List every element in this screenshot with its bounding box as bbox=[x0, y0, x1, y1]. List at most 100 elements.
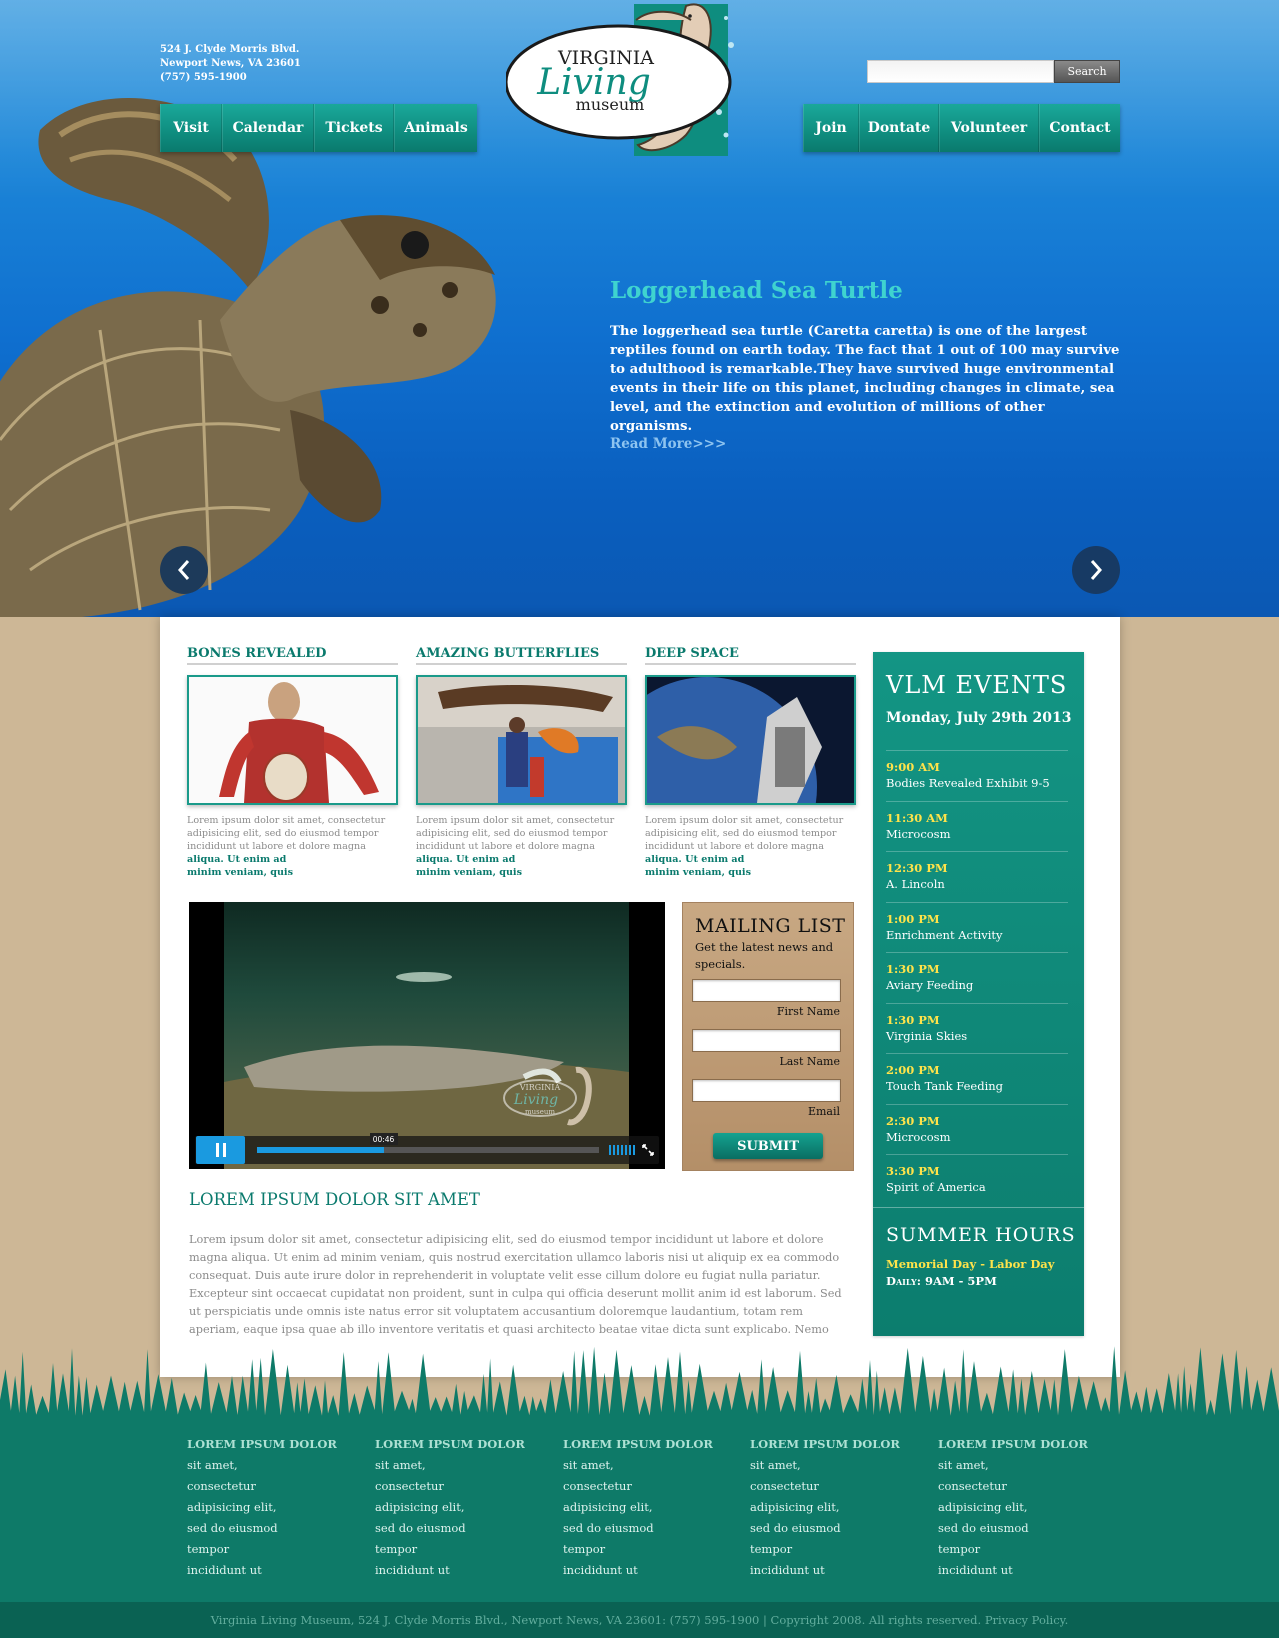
event-item[interactable]: 2:30 PM Microcosm bbox=[886, 1103, 1068, 1155]
article-title: LOREM IPSUM DOLOR SIT AMET bbox=[189, 1190, 480, 1209]
footer-column: LOREM IPSUM DOLOR sit amet, consectetur … bbox=[563, 1437, 743, 1581]
footer-link[interactable]: sed do eiusmod bbox=[938, 1518, 1118, 1539]
search-button[interactable]: Search bbox=[1054, 60, 1120, 83]
footer-link[interactable]: sit amet, bbox=[563, 1455, 743, 1476]
event-item[interactable]: 3:30 PM Spirit of America bbox=[886, 1154, 1068, 1205]
feature-title[interactable]: DEEP SPACE bbox=[645, 646, 856, 665]
events-sidebar: VLM EVENTS Monday, July 29th 2013 9:00 A… bbox=[873, 652, 1084, 1336]
video-time-tooltip: 00:46 bbox=[369, 1133, 398, 1145]
video-player[interactable]: VIRGINIA Living museum 00:46 bbox=[189, 902, 665, 1169]
footer-link[interactable]: sit amet, bbox=[750, 1455, 930, 1476]
footer-link[interactable]: tempor bbox=[750, 1539, 930, 1560]
volume-icon[interactable] bbox=[609, 1145, 635, 1155]
footer-link[interactable]: sed do eiusmod bbox=[375, 1518, 555, 1539]
pause-button[interactable] bbox=[196, 1136, 245, 1164]
footer-column: LOREM IPSUM DOLOR sit amet, consectetur … bbox=[938, 1437, 1118, 1581]
footer-link[interactable]: adipisicing elit, bbox=[375, 1497, 555, 1518]
feature-more-link[interactable]: aliqua. Ut enim ad bbox=[416, 853, 627, 866]
event-item[interactable]: 1:00 PM Enrichment Activity bbox=[886, 901, 1068, 953]
event-item[interactable]: 1:30 PM Virginia Skies bbox=[886, 1002, 1068, 1054]
footer-link[interactable]: tempor bbox=[187, 1539, 367, 1560]
video-controls: 00:46 bbox=[195, 1133, 659, 1164]
video-progress-bar[interactable]: 00:46 bbox=[257, 1133, 599, 1153]
nav-animals[interactable]: Animals bbox=[394, 104, 477, 152]
event-item[interactable]: 9:00 AM Bodies Revealed Exhibit 9-5 bbox=[886, 750, 1068, 801]
main-nav-left: Visit Calendar Tickets Animals bbox=[160, 104, 477, 152]
footer-link[interactable]: tempor bbox=[375, 1539, 555, 1560]
first-name-field[interactable] bbox=[692, 979, 841, 1002]
address-city: Newport News, VA 23601 bbox=[160, 58, 301, 69]
event-item[interactable]: 1:30 PM Aviary Feeding bbox=[886, 952, 1068, 1003]
footer-link[interactable]: adipisicing elit, bbox=[938, 1497, 1118, 1518]
footer-link[interactable]: incididunt ut bbox=[375, 1560, 555, 1581]
first-name-label: First Name bbox=[776, 1005, 840, 1018]
event-item[interactable]: 12:30 PM A. Lincoln bbox=[886, 851, 1068, 902]
feature-more-link[interactable]: minim veniam, quis bbox=[416, 866, 627, 879]
email-field[interactable] bbox=[692, 1079, 841, 1102]
virginia-living-museum-logo: VIRGINIA Living museum bbox=[506, 3, 734, 156]
footer-link[interactable]: adipisicing elit, bbox=[187, 1497, 367, 1518]
video-watermark-logo: VIRGINIA Living museum bbox=[503, 1066, 592, 1126]
fullscreen-icon[interactable] bbox=[641, 1143, 655, 1157]
footer-link[interactable]: incididunt ut bbox=[563, 1560, 743, 1581]
nav-contact[interactable]: Contact bbox=[1039, 104, 1120, 152]
amazing-butterflies-image[interactable] bbox=[416, 675, 627, 805]
footer-link[interactable]: sed do eiusmod bbox=[750, 1518, 930, 1539]
read-more-link[interactable]: Read More>>> bbox=[610, 436, 726, 452]
svg-text:VIRGINIA: VIRGINIA bbox=[519, 1083, 561, 1092]
footer-link[interactable]: incididunt ut bbox=[938, 1560, 1118, 1581]
footer-link[interactable]: consectetur bbox=[563, 1476, 743, 1497]
deep-space-image[interactable] bbox=[645, 675, 856, 805]
footer-link[interactable]: adipisicing elit, bbox=[563, 1497, 743, 1518]
feature-title[interactable]: BONES REVEALED bbox=[187, 646, 398, 665]
main-content-panel: BONES REVEALED Lorem ipsum dolor sit ame… bbox=[160, 617, 1120, 1377]
event-item[interactable]: 11:30 AM Microcosm bbox=[886, 800, 1068, 852]
nav-tickets[interactable]: Tickets bbox=[314, 104, 394, 152]
feature-more-link[interactable]: aliqua. Ut enim ad bbox=[187, 853, 398, 866]
svg-text:museum: museum bbox=[525, 1108, 555, 1116]
address-phone: (757) 595-1900 bbox=[160, 72, 247, 83]
footer-link[interactable]: sed do eiusmod bbox=[187, 1518, 367, 1539]
footer-link[interactable]: tempor bbox=[938, 1539, 1118, 1560]
nav-donate[interactable]: Dontate bbox=[859, 104, 939, 152]
space-shuttle-image bbox=[647, 677, 854, 803]
feature-text: Lorem ipsum dolor sit amet, consectetur … bbox=[645, 814, 856, 879]
feature-title[interactable]: AMAZING BUTTERFLIES bbox=[416, 646, 627, 665]
slider-next-button[interactable] bbox=[1072, 546, 1120, 594]
bones-revealed-image[interactable] bbox=[187, 675, 398, 805]
hero-title: Loggerhead Sea Turtle bbox=[610, 277, 903, 304]
footer-link[interactable]: incididunt ut bbox=[187, 1560, 367, 1581]
article-text: Lorem ipsum dolor sit amet, consectetur … bbox=[189, 1233, 842, 1336]
nav-calendar[interactable]: Calendar bbox=[222, 104, 314, 152]
footer-column-title: LOREM IPSUM DOLOR bbox=[750, 1437, 900, 1451]
feature-more-link[interactable]: minim veniam, quis bbox=[645, 866, 856, 879]
footer-link[interactable]: adipisicing elit, bbox=[750, 1497, 930, 1518]
footer-link[interactable]: sed do eiusmod bbox=[563, 1518, 743, 1539]
nav-visit[interactable]: Visit bbox=[160, 104, 222, 152]
search-input[interactable] bbox=[867, 60, 1054, 83]
main-nav-right: Join Dontate Volunteer Contact bbox=[803, 104, 1120, 152]
footer-link[interactable]: incididunt ut bbox=[750, 1560, 930, 1581]
last-name-field[interactable] bbox=[692, 1029, 841, 1052]
hero-banner: 524 J. Clyde Morris Blvd. Newport News, … bbox=[0, 0, 1279, 617]
feature-more-link[interactable]: aliqua. Ut enim ad bbox=[645, 853, 856, 866]
footer-link[interactable]: consectetur bbox=[938, 1476, 1118, 1497]
nav-join[interactable]: Join bbox=[803, 104, 859, 152]
anatomy-figure-image bbox=[189, 677, 396, 803]
events-date: Monday, July 29th 2013 bbox=[886, 710, 1072, 726]
footer-link[interactable]: tempor bbox=[563, 1539, 743, 1560]
slider-prev-button[interactable] bbox=[160, 546, 208, 594]
copyright-bar: Virginia Living Museum, 524 J. Clyde Mor… bbox=[0, 1602, 1279, 1638]
grass-decoration bbox=[0, 1346, 1279, 1430]
footer-link[interactable]: sit amet, bbox=[187, 1455, 367, 1476]
footer-link[interactable]: consectetur bbox=[375, 1476, 555, 1497]
submit-button[interactable]: SUBMIT bbox=[713, 1133, 823, 1159]
events-title: VLM EVENTS bbox=[886, 671, 1068, 699]
feature-more-link[interactable]: minim veniam, quis bbox=[187, 866, 398, 879]
event-item[interactable]: 2:00 PM Touch Tank Feeding bbox=[886, 1053, 1068, 1104]
nav-volunteer[interactable]: Volunteer bbox=[939, 104, 1039, 152]
footer-link[interactable]: consectetur bbox=[187, 1476, 367, 1497]
footer-link[interactable]: consectetur bbox=[750, 1476, 930, 1497]
footer-link[interactable]: sit amet, bbox=[375, 1455, 555, 1476]
footer-link[interactable]: sit amet, bbox=[938, 1455, 1118, 1476]
